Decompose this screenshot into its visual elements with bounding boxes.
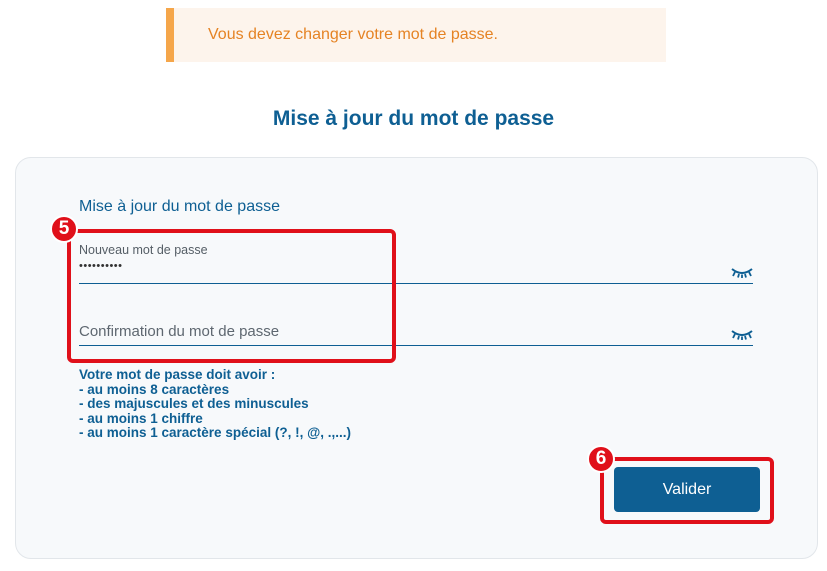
password-rule-item: - au moins 8 caractères [79,381,230,397]
eye-closed-icon[interactable] [731,266,753,278]
eye-closed-icon[interactable] [731,328,753,340]
annotation-badge: 5 [50,215,78,243]
password-rules: Votre mot de passe doit avoir : - au moi… [79,367,352,441]
confirm-password-underline [79,345,753,346]
section-title: Mise à jour du mot de passe [79,198,280,215]
password-change-warning: Vous devez changer votre mot de passe. [166,8,666,62]
validate-button[interactable]: Valider [614,467,760,512]
password-rule-item: - au moins 1 chiffre [79,410,203,426]
warning-message: Vous devez changer votre mot de passe. [208,26,498,43]
new-password-input[interactable]: •••••••••• [79,260,123,272]
page-title: Mise à jour du mot de passe [272,107,555,130]
confirm-password-input[interactable]: Confirmation du mot de passe [79,323,279,340]
password-rule-item: - des majuscules et des minuscules [79,396,309,411]
new-password-underline [79,283,753,284]
password-rules-heading: Votre mot de passe doit avoir : [79,367,276,382]
new-password-label: Nouveau mot de passe [79,243,208,257]
annotation-badge: 6 [587,445,615,473]
password-rule-item: - au moins 1 caractère spécial (?, !, @,… [79,425,352,440]
